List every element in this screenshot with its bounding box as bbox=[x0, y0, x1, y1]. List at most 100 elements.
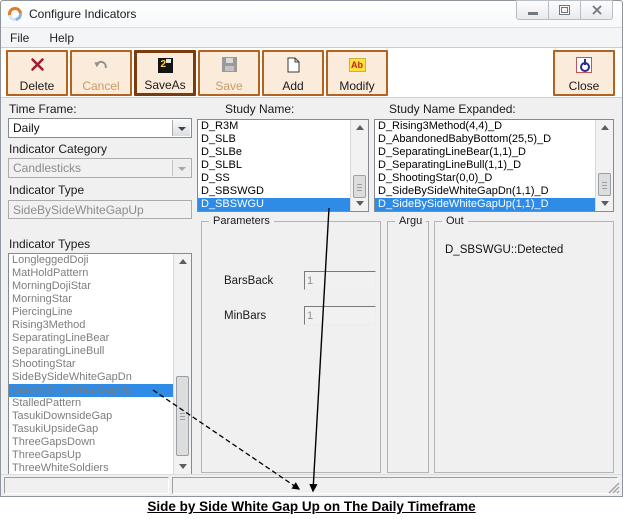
undo-arrow-icon bbox=[93, 56, 109, 74]
menu-help[interactable]: Help bbox=[47, 30, 76, 46]
study-name-expanded-item[interactable]: D_Rising3Method(4,4)_D bbox=[375, 120, 596, 133]
study-name-item[interactable]: D_SBSWGD bbox=[198, 185, 351, 198]
parameter-label: MinBars bbox=[224, 310, 304, 322]
parameter-input: 1 bbox=[304, 306, 376, 325]
study-name-scrollbar[interactable] bbox=[350, 120, 368, 211]
minimize-button[interactable] bbox=[516, 0, 549, 20]
scroll-down-icon[interactable] bbox=[596, 196, 613, 211]
scroll-thumb[interactable] bbox=[353, 175, 366, 198]
study-name-list[interactable]: D_R3MD_SLBD_SLBeD_SLBLD_SSD_SBSWGDD_SBSW… bbox=[197, 119, 369, 212]
parameter-row: BarsBack 1 bbox=[224, 271, 376, 290]
modify-button[interactable]: Ab Modify bbox=[326, 50, 388, 96]
close-button[interactable]: Close bbox=[553, 50, 615, 96]
scroll-up-icon[interactable] bbox=[174, 254, 191, 269]
study-name-expanded-item[interactable]: D_SeparatingLineBear(1,1)_D bbox=[375, 146, 596, 159]
add-label: Add bbox=[282, 80, 303, 92]
client-area: Time Frame: Daily Indicator Category Can… bbox=[1, 98, 622, 476]
study-name-expanded-item[interactable]: D_SideBySideWhiteGapUp(1,1)_D bbox=[375, 198, 596, 211]
study-name-expanded-scrollbar[interactable] bbox=[595, 120, 613, 211]
status-panel-right bbox=[172, 477, 618, 494]
arguments-group-title: Argu bbox=[395, 215, 426, 227]
menubar: File Help bbox=[1, 27, 622, 48]
study-name-expanded-item[interactable]: D_AbandonedBabyBottom(25,5)_D bbox=[375, 133, 596, 146]
output-group: Out D_SBSWGU::Detected bbox=[434, 221, 614, 473]
indicator-type-item[interactable]: SideBySideWhiteGapUp bbox=[9, 384, 174, 397]
indicator-type-item[interactable]: MorningDojiStar bbox=[9, 280, 174, 293]
study-name-item[interactable]: D_SBSWGU bbox=[198, 198, 351, 211]
delete-button[interactable]: Delete bbox=[6, 50, 68, 96]
indicator-type-item[interactable]: SeparatingLineBull bbox=[9, 345, 174, 358]
indicator-type-item[interactable]: SeparatingLineBear bbox=[9, 332, 174, 345]
resize-grip[interactable] bbox=[608, 482, 620, 494]
indicator-type-item[interactable]: StalledPattern bbox=[9, 397, 174, 410]
indicator-type-item[interactable]: PiercingLine bbox=[9, 306, 174, 319]
scroll-down-icon[interactable] bbox=[351, 196, 368, 211]
chevron-down-icon[interactable] bbox=[172, 120, 190, 136]
scroll-thumb[interactable] bbox=[176, 376, 189, 456]
study-name-expanded-item[interactable]: D_ShootingStar(0,0)_D bbox=[375, 172, 596, 185]
scroll-up-icon[interactable] bbox=[596, 120, 613, 135]
save-button[interactable]: Save bbox=[198, 50, 260, 96]
indicator-type-item[interactable]: MatHoldPattern bbox=[9, 267, 174, 280]
indicator-type-item[interactable]: ThreeGapsDown bbox=[9, 436, 174, 449]
chevron-down-icon bbox=[172, 160, 190, 176]
study-name-item[interactable]: D_SLBe bbox=[198, 146, 351, 159]
scroll-thumb[interactable] bbox=[598, 173, 611, 196]
parameter-label: BarsBack bbox=[224, 275, 304, 287]
study-name-item[interactable]: D_SLBL bbox=[198, 159, 351, 172]
indicator-type-item[interactable]: ShootingStar bbox=[9, 358, 174, 371]
indicator-types-list[interactable]: LongleggedDojiMatHoldPatternMorningDojiS… bbox=[8, 253, 192, 475]
cancel-button[interactable]: Cancel bbox=[70, 50, 132, 96]
save-as-label: SaveAs bbox=[144, 79, 185, 91]
power-icon bbox=[576, 56, 592, 74]
time-frame-select[interactable]: Daily bbox=[8, 118, 192, 138]
scroll-up-icon[interactable] bbox=[351, 120, 368, 135]
indicator-type-item[interactable]: ThreeGapsUp bbox=[9, 449, 174, 462]
save-icon bbox=[222, 56, 237, 74]
add-button[interactable]: Add bbox=[262, 50, 324, 96]
output-group-title: Out bbox=[442, 215, 468, 227]
modify-ab-icon: Ab bbox=[349, 56, 366, 74]
indicator-type-value: SideBySideWhiteGapUp bbox=[13, 203, 144, 217]
indicator-types-scrollbar[interactable] bbox=[173, 254, 191, 474]
indicator-type-item[interactable]: TasukiDownsideGap bbox=[9, 410, 174, 423]
study-name-item[interactable]: D_SLB bbox=[198, 133, 351, 146]
study-name-item[interactable]: D_R3M bbox=[198, 120, 351, 133]
status-panel-left bbox=[4, 477, 169, 494]
save-as-button[interactable]: 2 SaveAs bbox=[134, 50, 196, 96]
parameters-group: Parameters BarsBack 1 MinBars 1 bbox=[201, 221, 381, 473]
menu-file[interactable]: File bbox=[8, 30, 31, 46]
arguments-group: Argu bbox=[387, 221, 429, 473]
indicator-types-label: Indicator Types bbox=[9, 237, 90, 251]
indicator-type-item[interactable]: MorningStar bbox=[9, 293, 174, 306]
minimize-icon bbox=[528, 12, 538, 15]
cancel-label: Cancel bbox=[82, 80, 119, 92]
time-frame-label: Time Frame: bbox=[9, 102, 77, 116]
indicator-category-select: Candlesticks bbox=[8, 158, 192, 178]
modify-label: Modify bbox=[339, 80, 374, 92]
indicator-type-item[interactable]: Rising3Method bbox=[9, 319, 174, 332]
indicator-type-item[interactable]: TasukiUpsideGap bbox=[9, 423, 174, 436]
study-name-expanded-item[interactable]: D_SeparatingLineBull(1,1)_D bbox=[375, 159, 596, 172]
titlebar: Configure Indicators bbox=[1, 1, 622, 27]
delete-x-icon bbox=[30, 56, 45, 74]
close-icon bbox=[592, 5, 602, 15]
indicator-type-item[interactable]: SideBySideWhiteGapDn bbox=[9, 371, 174, 384]
status-bar bbox=[1, 474, 622, 496]
indicator-type-label: Indicator Type bbox=[9, 183, 84, 197]
scroll-down-icon[interactable] bbox=[174, 459, 191, 474]
study-name-expanded-list[interactable]: D_Rising3Method(4,4)_DD_AbandonedBabyBot… bbox=[374, 119, 614, 212]
study-name-expanded-item[interactable]: D_SideBySideWhiteGapDn(1,1)_D bbox=[375, 185, 596, 198]
indicator-type-item[interactable]: LongleggedDoji bbox=[9, 254, 174, 267]
parameter-input: 1 bbox=[304, 271, 376, 290]
delete-label: Delete bbox=[20, 80, 55, 92]
close-window-button[interactable] bbox=[581, 0, 613, 20]
caption-text: Side by Side White Gap Up on The Daily T… bbox=[0, 496, 623, 514]
maximize-icon bbox=[559, 5, 570, 15]
time-frame-value: Daily bbox=[13, 121, 40, 135]
save-as-icon: 2 bbox=[158, 57, 173, 75]
indicator-type-field: SideBySideWhiteGapUp bbox=[8, 200, 192, 219]
study-name-item[interactable]: D_SS bbox=[198, 172, 351, 185]
maximize-button[interactable] bbox=[549, 0, 581, 20]
study-name-label: Study Name: bbox=[225, 102, 294, 116]
